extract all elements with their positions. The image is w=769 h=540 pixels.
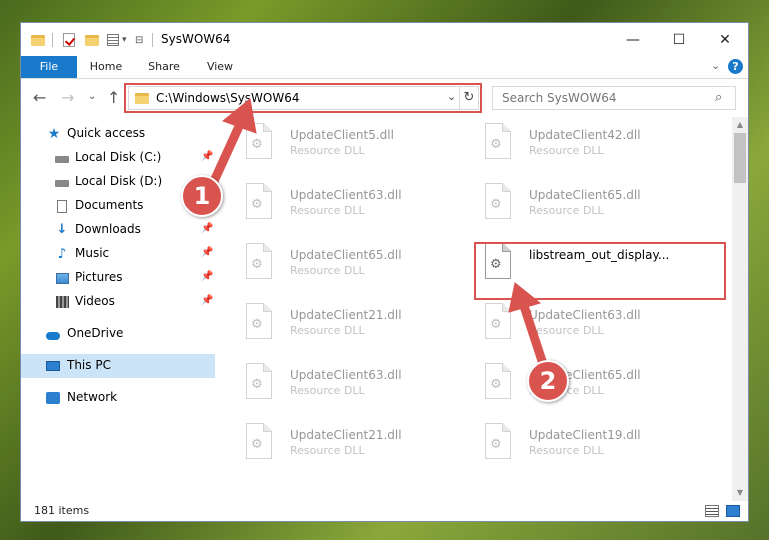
step-2-badge: 2 [527, 360, 569, 402]
step-1-badge: 1 [181, 175, 223, 217]
arrow-2-head [508, 282, 542, 313]
annotation-arrows [205, 98, 550, 375]
